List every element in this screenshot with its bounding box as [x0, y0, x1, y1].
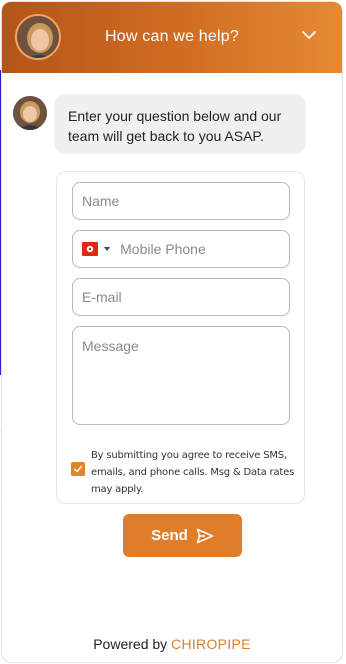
contact-form: By submitting you agree to receive SMS, …: [56, 171, 305, 504]
footer: Powered by CHIROPIPE: [2, 636, 342, 652]
powered-by-label: Powered by: [93, 636, 168, 652]
agent-message-bubble: Enter your question below and our team w…: [54, 94, 306, 154]
checkmark-icon: [73, 465, 83, 473]
name-field[interactable]: [72, 182, 290, 220]
hong-kong-flag-icon[interactable]: [82, 242, 99, 256]
phone-field[interactable]: [72, 230, 290, 268]
name-input[interactable]: [82, 193, 280, 209]
message-field[interactable]: [72, 326, 290, 425]
agent-avatar: [13, 96, 47, 130]
chevron-down-icon[interactable]: [302, 30, 316, 40]
email-input[interactable]: [82, 289, 280, 305]
message-input[interactable]: [82, 338, 280, 410]
consent-row: By submitting you agree to receive SMS, …: [71, 447, 296, 498]
consent-text: By submitting you agree to receive SMS, …: [91, 450, 295, 495]
widget-header: How can we help?: [2, 2, 342, 73]
consent-checkbox[interactable]: [71, 462, 85, 476]
phone-input[interactable]: [120, 241, 280, 257]
email-field[interactable]: [72, 278, 290, 316]
header-title: How can we help?: [105, 28, 239, 45]
caret-down-icon[interactable]: [104, 247, 111, 251]
brand-link[interactable]: CHIROPIPE: [171, 636, 251, 652]
send-button[interactable]: Send: [123, 514, 242, 557]
chat-widget: How can we help? Enter your question bel…: [1, 1, 343, 663]
send-label: Send: [151, 527, 188, 544]
send-icon: [196, 528, 214, 543]
